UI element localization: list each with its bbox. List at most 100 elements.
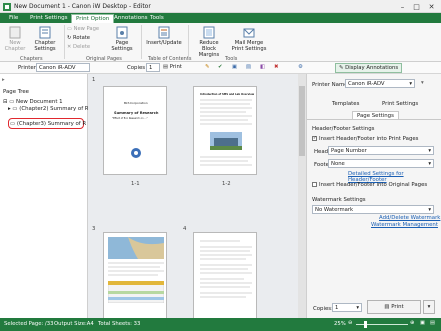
watermark-select[interactable]: No Watermark ▾ xyxy=(312,205,434,214)
status-selected-page: Selected Page: /33 xyxy=(4,321,54,327)
page-tree-pane: ▸ Page Tree ⊟ ▭ New Document 1 ▸ ▭ (Chap… xyxy=(0,74,89,318)
tab-print-option[interactable]: Print Option xyxy=(71,14,115,23)
tab-templates[interactable]: Templates xyxy=(332,101,359,107)
page-settings-button[interactable]: Page Settings xyxy=(106,26,138,52)
print-button[interactable]: ▤ Print xyxy=(367,300,421,314)
chapter-settings-button[interactable]: Chapter Settings xyxy=(30,26,60,52)
copies-input[interactable]: 1 xyxy=(146,63,160,72)
chapter-settings-icon xyxy=(39,26,51,39)
page-subtitle-text: "Effect of Eco Research on ..." xyxy=(112,117,148,120)
toolbar-icon-4[interactable]: ▤ xyxy=(246,64,251,70)
insert-hf-orig-checkbox[interactable]: Insert Header/Footer into Original Pages xyxy=(312,182,427,188)
page-thumbnail-1-1[interactable]: BLT-Corporation Summary of Research "Eff… xyxy=(103,86,167,175)
new-page-label: New Page xyxy=(73,26,100,32)
page-thumbnail-2-1[interactable] xyxy=(103,232,167,318)
toolbar-print-label: Print xyxy=(169,64,182,70)
tab-file[interactable]: File xyxy=(5,14,22,23)
fit-width-icon[interactable]: ▤ xyxy=(430,320,435,326)
page-thumbnail-2-2[interactable] xyxy=(193,232,257,318)
tree-root-label: New Document 1 xyxy=(16,99,63,105)
page-preview-area: 1 BLT-Corporation Summary of Research "E… xyxy=(88,74,306,318)
text-lines-image xyxy=(200,156,252,166)
tree-item-chapter3[interactable]: ▭ (Chapter3) Summary of R xyxy=(10,121,86,127)
toolbar-icon-5[interactable]: ◧ xyxy=(260,64,265,70)
building-photo xyxy=(210,132,242,150)
insert-hf-print-checkbox[interactable]: ✓ Insert Header/Footer into Print Pages xyxy=(312,136,419,142)
printer-name-label: Printer Name: xyxy=(312,82,350,88)
new-chapter-button[interactable]: New Chapter xyxy=(3,26,27,52)
window-title: New Document 1 - Canon iW Desktop - Edit… xyxy=(14,3,151,10)
toolbar-print-button[interactable]: ▤ Print xyxy=(163,64,182,70)
toolbar-icon-1[interactable]: ✎ xyxy=(205,64,210,70)
toolbar-icon-7[interactable]: ⚙ xyxy=(298,64,303,70)
mail-merge-icon xyxy=(243,28,255,38)
app-icon xyxy=(3,3,11,11)
toolbar-icon-6[interactable]: ✖ xyxy=(274,64,279,70)
insert-update-button[interactable]: Insert/Update xyxy=(146,26,182,46)
rotate-button[interactable]: ↻ Rotate xyxy=(67,35,90,41)
reduce-margins-icon xyxy=(203,26,215,39)
zoom-level: 25% xyxy=(334,321,346,327)
zoom-in-icon[interactable]: ⊕ xyxy=(410,320,414,326)
tab-print-settings[interactable]: Print Settings xyxy=(26,14,72,23)
printer-select-value: Canon iR-ADV xyxy=(39,65,76,71)
delete-button[interactable]: ✕ Delete xyxy=(67,44,90,50)
ribbon: New Chapter Chapter Settings Chapters ▭ … xyxy=(0,23,441,62)
print-options-button[interactable]: ▾ xyxy=(423,300,435,314)
panel-printer-select[interactable]: Canon iR-ADV ▾ xyxy=(345,79,415,88)
panel-copies-value: 1 xyxy=(335,305,339,311)
row-label: 1 xyxy=(92,77,96,83)
tree-item-chapter2[interactable]: ▸ ▭ (Chapter2) Summary of R xyxy=(8,106,89,112)
print-button-label: Print xyxy=(391,304,404,310)
scrollbar-thumb[interactable] xyxy=(299,86,305,156)
footer-select[interactable]: None ▾ xyxy=(328,159,434,168)
toolbar-icon-3[interactable]: ▣ xyxy=(232,64,237,70)
hf-section-title: Header/Footer Settings xyxy=(312,126,375,132)
status-output-size: Output Size:A4 xyxy=(54,321,94,327)
collapse-arrow-icon[interactable]: ▸ xyxy=(2,77,5,83)
page-header-text: Introduction of SMS and Lab Overview xyxy=(200,93,255,96)
ribbon-separator xyxy=(141,25,142,59)
copies-label: Copies xyxy=(127,65,146,71)
panel-copies-input[interactable]: 1 ▾ xyxy=(332,303,362,312)
close-button[interactable]: ✕ xyxy=(425,1,438,12)
scrollbar[interactable] xyxy=(298,74,306,318)
page-label: 1-1 xyxy=(131,181,140,187)
info-icon[interactable]: ▾ xyxy=(421,80,424,86)
fit-page-icon[interactable]: ▣ xyxy=(420,320,425,326)
checkbox-checked-icon: ✓ xyxy=(312,136,317,141)
page-tree-title: Page Tree xyxy=(3,89,29,95)
tree-root[interactable]: ⊟ ▭ New Document 1 xyxy=(3,99,63,105)
add-delete-watermark-link[interactable]: Add/Delete Watermark xyxy=(379,215,440,221)
checkbox-unchecked-icon xyxy=(312,182,317,187)
new-page-button[interactable]: ▭ New Page xyxy=(67,26,99,32)
wm-section-title: Watermark Settings xyxy=(312,197,366,203)
panel-printer-value: Canon iR-ADV xyxy=(348,81,385,87)
settings-panel: Printer Name: Canon iR-ADV ▾ ▾ Templates … xyxy=(306,74,441,318)
display-annotations-toggle[interactable]: ✎ Display Annotations xyxy=(335,63,403,73)
watermark-select-value: No Watermark xyxy=(315,207,354,213)
chevron-down-icon: ▾ xyxy=(428,161,431,167)
status-bar: Selected Page: /33 Output Size:A4 Total … xyxy=(0,318,441,331)
maximize-button[interactable]: □ xyxy=(410,1,423,12)
watermark-management-link[interactable]: Watermark Management xyxy=(371,222,438,228)
page-settings-icon xyxy=(116,26,128,39)
minimize-button[interactable]: – xyxy=(396,1,409,12)
page-thumbnail-1-2[interactable]: Introduction of SMS and Lab Overview xyxy=(193,86,257,175)
reduce-block-margins-button[interactable]: Reduce Block Margins xyxy=(192,26,226,58)
page-settings-label: Page Settings xyxy=(111,40,133,52)
display-annotations-label: Display Annotations xyxy=(345,65,399,71)
zoom-out-icon[interactable]: ⊖ xyxy=(348,320,352,326)
quick-toolbar: Printer Canon iR-ADV Copies 1 ▤ Print ✎ … xyxy=(0,62,441,74)
toolbar-icon-2[interactable]: ✔ xyxy=(218,64,223,70)
tab-panel-print-settings[interactable]: Print Settings xyxy=(382,101,418,107)
page-label: 1-2 xyxy=(222,181,231,187)
mail-merge-button[interactable]: Mail Merge Print Settings xyxy=(230,26,268,52)
new-chapter-label: New Chapter xyxy=(4,40,26,52)
header-select[interactable]: Page Number ▾ xyxy=(328,146,434,155)
chevron-down-icon: ▾ xyxy=(428,148,431,154)
tab-tools[interactable]: Tools xyxy=(146,14,168,23)
printer-select[interactable]: Canon iR-ADV xyxy=(36,63,90,72)
printer-label: Printer xyxy=(18,65,36,71)
zoom-slider-thumb[interactable] xyxy=(364,321,367,328)
